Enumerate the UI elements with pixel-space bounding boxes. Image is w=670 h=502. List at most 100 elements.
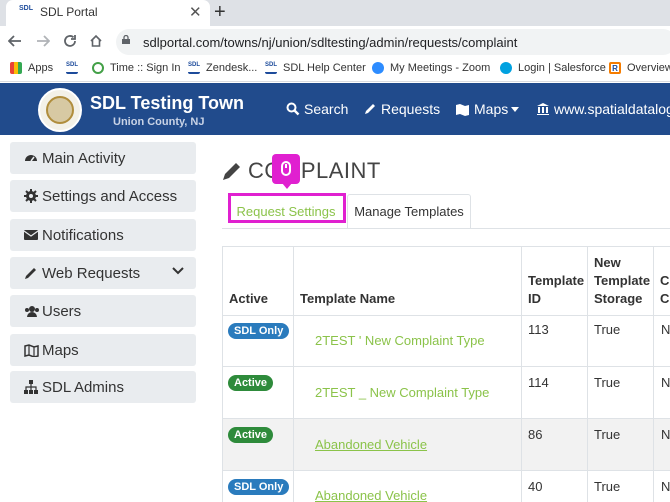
extra-value: N bbox=[661, 322, 670, 337]
new-tab-button[interactable]: + bbox=[214, 1, 226, 24]
nav-search-label: Search bbox=[304, 101, 349, 117]
town-seal-logo[interactable] bbox=[38, 88, 82, 132]
site-subtitle: Union County, NJ bbox=[113, 116, 205, 128]
bookmark-apps[interactable]: Apps bbox=[10, 62, 53, 74]
template-name-link[interactable]: Abandoned Vehicle bbox=[315, 488, 427, 502]
status-badge: SDL Only bbox=[228, 323, 290, 339]
row-divider bbox=[222, 366, 670, 367]
column-header-storage-line2: Template bbox=[594, 273, 651, 288]
nav-website[interactable]: www.spatialdatalogic bbox=[536, 101, 670, 117]
storage-value: True bbox=[594, 322, 621, 337]
template-name-link[interactable]: 2TEST ' New Complaint Type bbox=[315, 333, 485, 348]
column-divider bbox=[653, 247, 654, 502]
nav-maps-dropdown[interactable]: Maps bbox=[455, 101, 523, 117]
close-icon[interactable]: ✕ bbox=[189, 3, 202, 21]
bookmark-overview[interactable]: R Overview bbox=[609, 62, 670, 74]
search-icon bbox=[286, 102, 300, 116]
template-id: 113 bbox=[528, 322, 549, 337]
row-divider bbox=[222, 470, 670, 471]
sdl-favicon: SDL bbox=[66, 62, 78, 74]
sidebar-item-web-requests[interactable]: Web Requests bbox=[10, 257, 196, 289]
r-icon: R bbox=[609, 62, 621, 74]
sitemap-icon bbox=[24, 380, 40, 394]
mouse-click-indicator bbox=[272, 154, 300, 189]
nav-requests[interactable]: Requests bbox=[363, 101, 440, 117]
storage-value: True bbox=[594, 479, 621, 494]
bookmark-label: Overview bbox=[627, 62, 670, 74]
template-name-link[interactable]: Abandoned Vehicle bbox=[315, 437, 427, 452]
sidebar-item-label: Web Requests bbox=[42, 264, 141, 282]
clock-icon bbox=[92, 62, 104, 74]
storage-value: True bbox=[594, 375, 621, 390]
column-divider bbox=[293, 247, 294, 502]
sidebar-item-label: Users bbox=[42, 302, 82, 320]
storage-value: True bbox=[594, 427, 621, 442]
institution-icon bbox=[537, 103, 549, 115]
status-badge: Active bbox=[228, 427, 274, 443]
bookmark-sdl[interactable]: SDL bbox=[66, 62, 84, 74]
site-title[interactable]: SDL Testing Town bbox=[90, 93, 244, 114]
column-header-active[interactable]: Active bbox=[229, 290, 268, 308]
caret-down-icon bbox=[511, 106, 520, 112]
salesforce-icon bbox=[500, 62, 512, 74]
browser-tab[interactable]: SDL SDL Portal ✕ bbox=[6, 0, 210, 26]
tab-title: SDL Portal bbox=[40, 5, 98, 19]
zoom-icon bbox=[372, 62, 384, 74]
nav-search[interactable]: Search bbox=[286, 101, 348, 117]
chevron-down-icon[interactable] bbox=[172, 267, 184, 275]
bookmark-sdl-help-center[interactable]: SDL SDL Help Center bbox=[265, 62, 366, 74]
column-header-storage[interactable]: New bbox=[594, 254, 621, 272]
table-row-striped-bg bbox=[223, 418, 670, 470]
bookmark-label: My Meetings - Zoom bbox=[390, 62, 491, 74]
sidebar-item-label: Main Activity bbox=[42, 149, 126, 167]
extra-value: N bbox=[661, 375, 670, 390]
home-icon[interactable] bbox=[89, 34, 103, 48]
column-header-template-name[interactable]: Template Name bbox=[300, 290, 395, 308]
map-icon bbox=[24, 343, 40, 357]
dashboard-icon bbox=[24, 151, 40, 165]
bookmark-label: SDL Help Center bbox=[283, 62, 366, 74]
sidebar-item-label: Notifications bbox=[42, 226, 124, 244]
sidebar-item-settings-and-access[interactable]: Settings and Access bbox=[10, 180, 196, 212]
bookmark-label: Zendesk... bbox=[206, 62, 258, 74]
sidebar-item-label: SDL Admins bbox=[42, 378, 124, 396]
tab-manage-templates[interactable]: Manage Templates bbox=[347, 194, 471, 228]
bookmark-label: Apps bbox=[28, 62, 54, 74]
status-badge: SDL Only bbox=[228, 479, 290, 495]
sidebar-item-label: Settings and Access bbox=[42, 187, 178, 205]
sidebar-item-notifications[interactable]: Notifications bbox=[10, 219, 196, 251]
status-badge: Active bbox=[228, 375, 274, 391]
template-id: 86 bbox=[528, 427, 543, 442]
extra-value: N bbox=[661, 427, 670, 442]
bookmark-salesforce[interactable]: Login | Salesforce bbox=[500, 62, 606, 74]
reload-icon[interactable] bbox=[63, 34, 77, 48]
back-arrow-icon[interactable] bbox=[8, 34, 22, 48]
mouse-icon bbox=[281, 161, 291, 176]
nav-maps-label: Maps bbox=[474, 101, 509, 117]
apps-grid-icon bbox=[10, 62, 22, 74]
pencil-icon bbox=[365, 104, 375, 114]
column-header-template-id[interactable]: Template bbox=[528, 272, 584, 290]
column-header-storage-line3: Storage bbox=[594, 291, 643, 306]
extra-value: N bbox=[661, 479, 670, 494]
url-text[interactable]: sdlportal.com/towns/nj/union/sdltesting/… bbox=[143, 35, 517, 50]
lock-icon bbox=[122, 35, 130, 44]
column-header-extra[interactable]: C bbox=[660, 272, 669, 290]
sidebar-item-main-activity[interactable]: Main Activity bbox=[10, 142, 196, 174]
pencil-icon bbox=[24, 266, 40, 280]
template-id: 40 bbox=[528, 479, 543, 494]
bookmark-zendesk[interactable]: SDL Zendesk... bbox=[188, 62, 257, 74]
bookmark-time-sign-in[interactable]: Time :: Sign In bbox=[92, 62, 181, 74]
envelope-icon bbox=[24, 229, 40, 241]
row-divider bbox=[222, 418, 670, 419]
forward-arrow-icon[interactable] bbox=[36, 34, 50, 48]
bookmark-zoom[interactable]: My Meetings - Zoom bbox=[372, 62, 490, 74]
template-id: 114 bbox=[528, 375, 549, 390]
template-name-link[interactable]: 2TEST _ New Complaint Type bbox=[315, 385, 489, 400]
sdl-favicon: SDL bbox=[19, 5, 33, 12]
tabs-divider bbox=[222, 228, 670, 229]
sidebar-item-users[interactable]: Users bbox=[10, 295, 196, 327]
sidebar-item-maps[interactable]: Maps bbox=[10, 334, 196, 366]
sidebar-item-sdl-admins[interactable]: SDL Admins bbox=[10, 371, 196, 403]
sidebar-item-label: Maps bbox=[42, 341, 79, 359]
